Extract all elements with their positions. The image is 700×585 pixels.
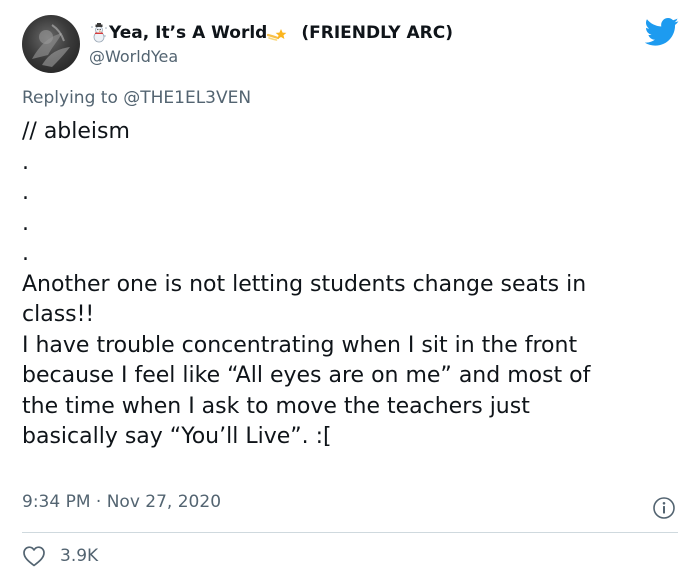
tweet-text-line: because I feel like “All eyes are on me”… <box>22 363 591 388</box>
info-icon[interactable] <box>652 496 676 520</box>
replying-to-label: Replying to <box>22 88 118 108</box>
like-button[interactable]: 3.9K <box>22 545 98 567</box>
author-handle[interactable]: @WorldYea <box>89 47 178 66</box>
twitter-bird-icon[interactable] <box>645 17 679 47</box>
tweet-time[interactable]: 9:34 PM <box>22 492 91 512</box>
tweet-text: // ableism . . . . Another one is not le… <box>22 117 682 453</box>
tweet-date[interactable]: Nov 27, 2020 <box>107 492 221 512</box>
tweet-text-line: // ableism <box>22 119 130 144</box>
tweet-text-line: . <box>22 210 29 236</box>
divider <box>22 532 678 533</box>
like-count: 3.9K <box>60 546 99 566</box>
tweet-card: Yea, It’s A World (FRIENDLY ARC) @WorldY… <box>0 0 700 585</box>
tweet-text-line: I have trouble concentrating when I sit … <box>22 332 578 358</box>
author-name-suffix: (FRIENDLY ARC) <box>301 23 454 43</box>
tweet-text-line: the time when I ask to move the teachers… <box>22 393 530 419</box>
tweet-text-line: . <box>22 241 29 266</box>
snowman-icon <box>91 23 107 43</box>
avatar-image <box>32 24 70 67</box>
tweet-text-line: class!! <box>22 302 95 327</box>
author-name[interactable]: Yea, It’s A World <box>109 23 267 43</box>
heart-icon[interactable] <box>22 545 46 567</box>
tweet-text-line: . <box>22 180 29 205</box>
tweet-timestamp[interactable]: 9:34 PM · Nov 27, 2020 <box>22 492 221 512</box>
tweet-text-line: . <box>22 149 29 175</box>
meta-separator: · <box>95 492 102 512</box>
avatar[interactable] <box>22 15 80 73</box>
author-name-row[interactable]: Yea, It’s A World (FRIENDLY ARC) <box>89 20 453 46</box>
replying-to: Replying to @THE1EL3VEN <box>22 88 251 108</box>
reply-mention-link[interactable]: @THE1EL3VEN <box>123 88 251 108</box>
shooting-star-icon <box>267 29 287 41</box>
tweet-text-line: Another one is not letting students chan… <box>22 271 587 297</box>
tweet-text-line: basically say “You’ll Live”. :[ <box>22 424 332 449</box>
